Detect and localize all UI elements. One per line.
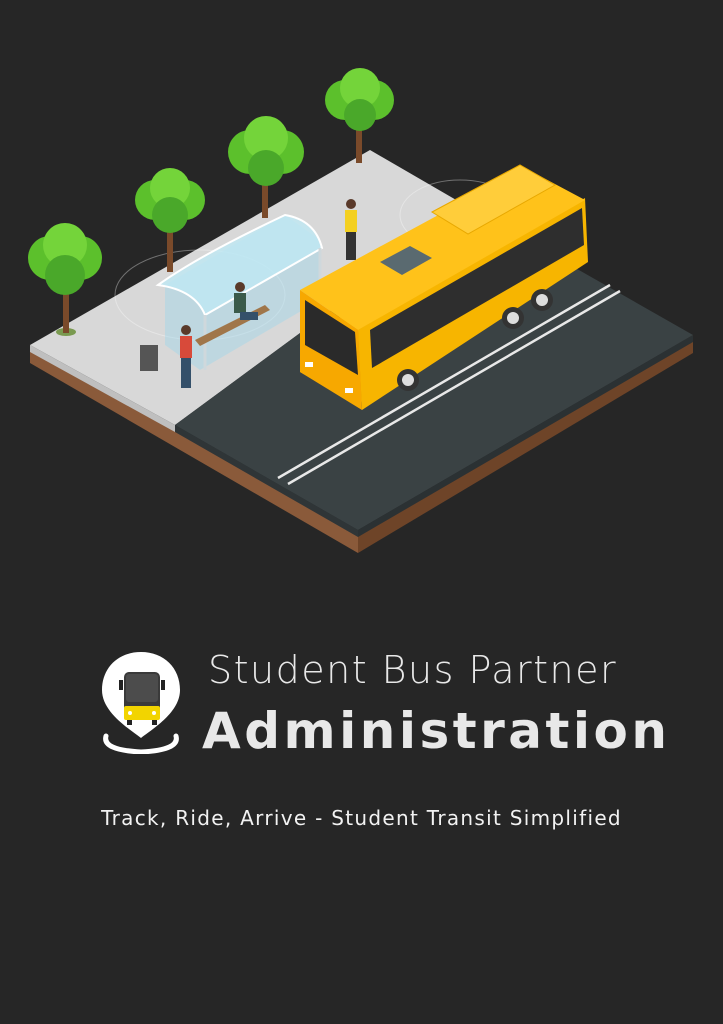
tagline: Track, Ride, Arrive - Student Transit Si… xyxy=(101,806,622,830)
bus-stop-illustration xyxy=(28,68,693,553)
app-title: Student Bus Partner xyxy=(208,648,618,692)
bus-location-pin-icon xyxy=(102,652,180,754)
trash-bin xyxy=(140,345,158,371)
tree xyxy=(325,68,394,163)
app-subtitle: Administration xyxy=(202,702,671,760)
